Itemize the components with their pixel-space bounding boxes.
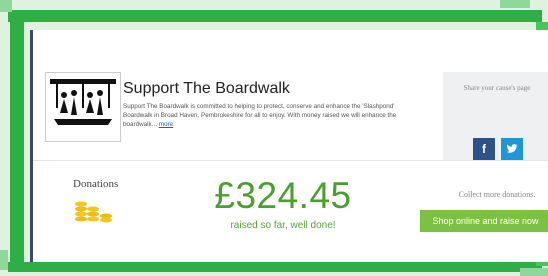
facebook-glyph: f [482,142,486,156]
twitter-icon[interactable] [501,138,523,160]
raised-text: raised so far, well done! [230,220,336,231]
share-label: Share your cause's page [463,84,531,92]
campaign-description: Support The Boardwalk is committed to he… [123,102,423,129]
campaign-title: Support The Boardwalk [123,80,290,97]
frame-speck [520,268,548,276]
frame-speck [0,0,12,12]
more-link[interactable]: more [159,121,173,128]
frame-top [8,10,542,22]
twitter-bird-glyph [506,144,518,153]
section-divider [33,160,548,161]
collect-text: Collect more donations. [458,190,536,199]
frame-bottom [8,262,542,272]
frame-left [10,10,24,270]
facebook-icon[interactable]: f [473,138,495,160]
frame-speck [0,250,8,270]
coins-icon [73,198,117,228]
share-panel: Share your cause's page f [443,72,548,160]
boardwalk-logo[interactable] [45,72,121,142]
frame-speck [500,0,530,8]
campaign-header: Support The Boardwalk Support The Boardw… [33,30,548,160]
donations-label: Donations [73,178,119,190]
shop-online-button[interactable]: Shop online and raise now [420,210,548,232]
fundraising-card: Support The Boardwalk Support The Boardw… [30,30,548,262]
boardwalk-logo-graphic [50,79,116,125]
amount-raised: £324.45 [214,175,352,216]
